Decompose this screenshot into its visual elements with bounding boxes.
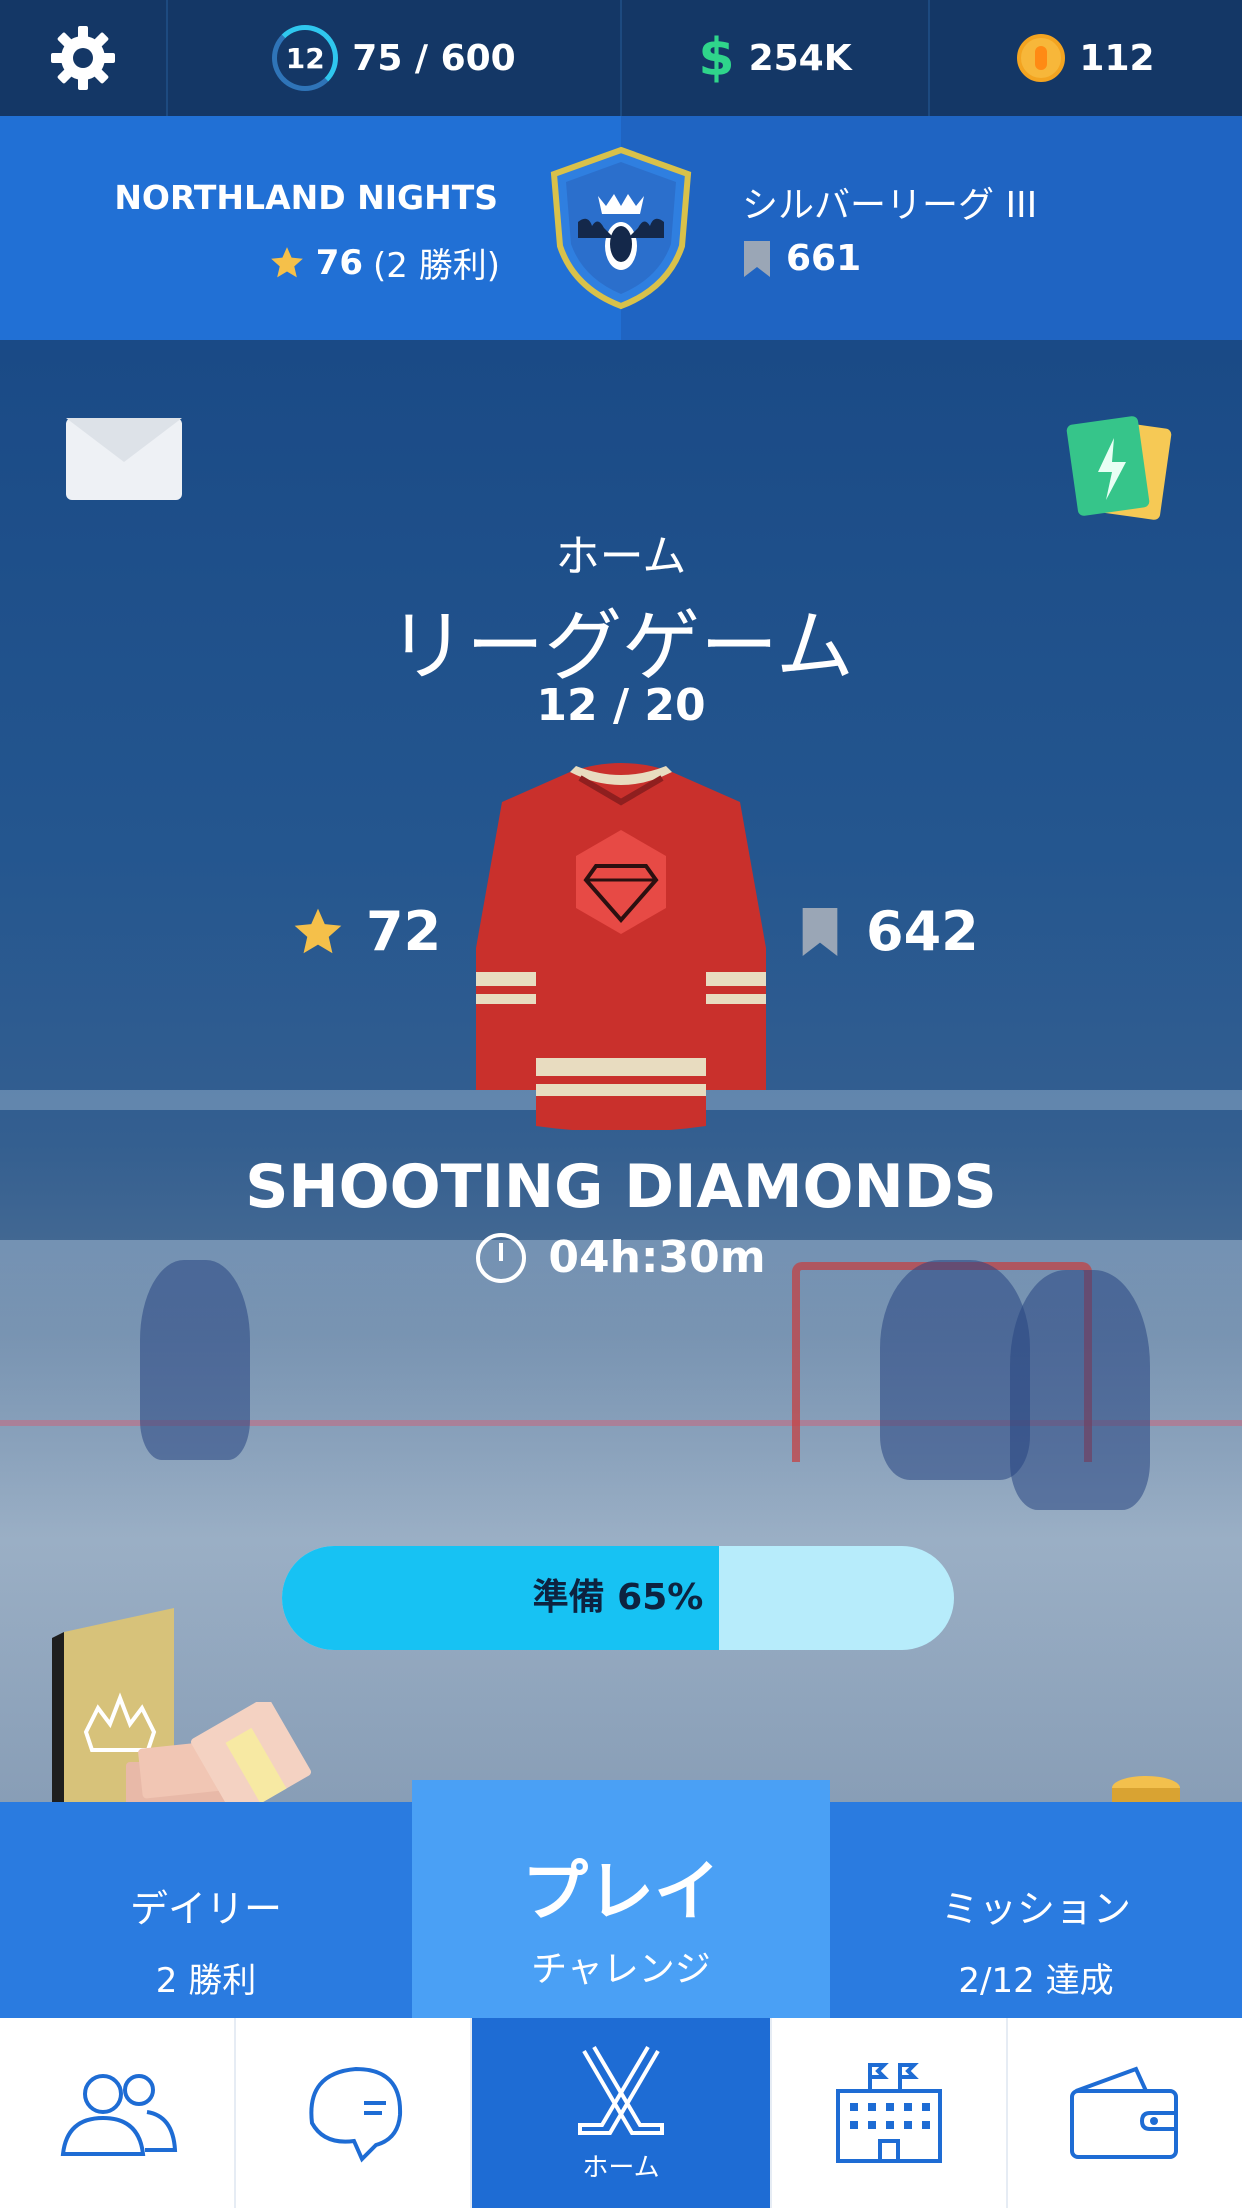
missions-progress: 2/12 達成: [958, 1961, 1114, 2001]
missions-button[interactable]: ミッション 2/12 達成: [830, 1802, 1242, 2018]
play-subtitle: チャレンジ: [531, 1949, 711, 1990]
opponent-name: SHOOTING DIAMONDS: [245, 1152, 997, 1222]
opponent-stars: 72: [290, 900, 441, 963]
match-timer: 04h:30m: [0, 1232, 1242, 1283]
dollar-icon: $: [698, 28, 735, 88]
league-points-value: 661: [786, 238, 862, 279]
hockey-sticks-icon: [578, 2045, 664, 2135]
bookmark-icon: [744, 240, 770, 277]
star-icon: [294, 908, 342, 953]
clock-icon: [476, 1232, 527, 1283]
league-name: シルバーリーグ III: [742, 185, 1038, 226]
cards-icon[interactable]: [1058, 414, 1178, 524]
play-button[interactable]: プレイ チャレンジ: [412, 1780, 830, 2018]
team-name: NORTHLAND NIGHTS: [114, 178, 498, 217]
nav-home-label: ホーム: [582, 2152, 660, 2183]
nav-home-button[interactable]: ホーム: [472, 2018, 772, 2208]
arena-background: ホーム リーグゲーム 12 / 20 72 642 SHOOTING DIAMO…: [0, 340, 1242, 1802]
goalie-silhouette: [880, 1260, 1030, 1480]
top-bar: 12 75 / 600 $ 254K 112: [0, 0, 1242, 116]
daily-button[interactable]: デイリー 2 勝利: [0, 1802, 412, 2018]
player-silhouette: [140, 1260, 250, 1460]
coins-value: 112: [1079, 37, 1155, 79]
cash-display[interactable]: $ 254K: [622, 0, 930, 116]
level-badge: 12: [272, 25, 339, 91]
wallet-icon: [1070, 2066, 1178, 2159]
player-silhouette: [1010, 1270, 1150, 1510]
nav-players-button[interactable]: [236, 2018, 472, 2208]
team-header[interactable]: NORTHLAND NIGHTS 76 (2 勝利) シルバーリーグ III 6…: [0, 116, 1242, 340]
settings-button[interactable]: [0, 0, 168, 116]
match-venue: ホーム: [555, 531, 687, 582]
star-icon: [270, 246, 303, 277]
readiness-bar: 準備 65%: [282, 1546, 954, 1650]
coins-display[interactable]: 112: [930, 0, 1242, 116]
cash-value: 254K: [748, 37, 852, 79]
xp-value: 75 / 600: [352, 37, 516, 79]
mail-icon[interactable]: [66, 418, 182, 500]
nav-wallet-button[interactable]: [1008, 2018, 1242, 2208]
readiness-label: 準備 65%: [532, 1577, 704, 1618]
xp-display[interactable]: 12 75 / 600: [168, 0, 622, 116]
bottom-nav: ホーム: [0, 2018, 1242, 2208]
opponent-stars-value: 72: [366, 900, 442, 963]
nav-club-button[interactable]: [772, 2018, 1008, 2208]
coin-icon: [1017, 34, 1066, 82]
opponent-points: 642: [800, 900, 979, 963]
team-stars: 76 (2 勝利): [268, 238, 500, 287]
team-wins: (2 勝利): [373, 246, 500, 286]
moose-crest-icon: [550, 146, 692, 310]
bookmark-icon: [802, 907, 838, 956]
daily-progress: 2 勝利: [155, 1961, 257, 2001]
daily-title: デイリー: [129, 1887, 282, 1931]
opponent-jersey[interactable]: [470, 758, 772, 1130]
action-row: デイリー 2 勝利 プレイ チャレンジ ミッション 2/12 達成: [0, 1780, 1242, 2018]
nav-team-button[interactable]: [0, 2018, 236, 2208]
missions-title: ミッション: [940, 1887, 1131, 1931]
gear-icon: [51, 26, 115, 90]
match-count: 12 / 20: [536, 680, 706, 731]
team-icon: [60, 2074, 178, 2156]
opponent-points-value: 642: [866, 900, 979, 963]
team-stars-value: 76: [315, 242, 364, 283]
play-title: プレイ: [522, 1853, 720, 1930]
timer-value: 04h:30m: [548, 1232, 766, 1283]
league-points: 661: [742, 238, 861, 279]
helmet-icon: [309, 2066, 403, 2163]
stadium-icon: [836, 2063, 942, 2163]
